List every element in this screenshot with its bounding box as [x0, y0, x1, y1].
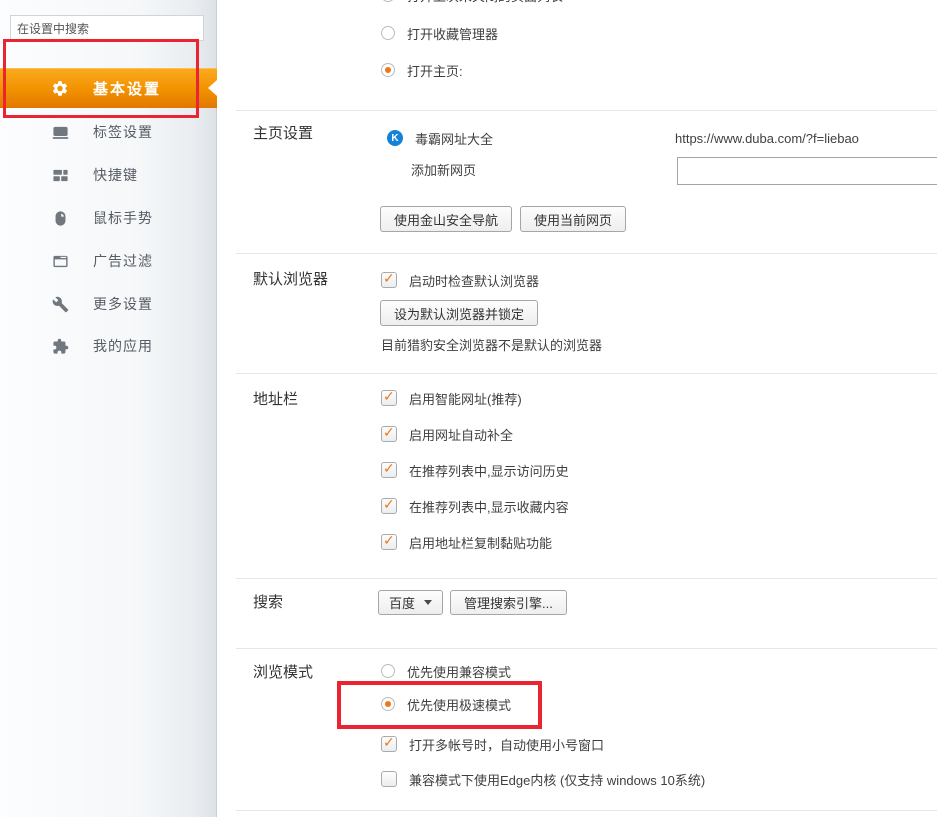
checkbox-smart-url[interactable] — [381, 390, 397, 406]
settings-page: 基本设置 标签设置 快捷键 鼠标手势 广告过滤 — [0, 0, 937, 817]
divider — [236, 110, 937, 111]
checkbox-label: 启用网址自动补全 — [409, 425, 513, 444]
sidebar-item-label: 更多设置 — [93, 294, 153, 314]
checkbox-url-autocomplete[interactable] — [381, 426, 397, 442]
sidebar-item-my-apps[interactable]: 我的应用 — [0, 325, 216, 367]
divider — [236, 648, 937, 649]
homepage-site-name: 毒霸网址大全 — [415, 129, 493, 148]
wrench-icon — [51, 295, 69, 313]
checkbox-row-multi-account: 打开多帐号时，自动使用小号窗口 — [381, 736, 604, 752]
radio-row-homepage: 打开主页: — [381, 62, 463, 78]
radio-row-favorites: 打开收藏管理器 — [381, 25, 498, 41]
radio-label: 优先使用极速模式 — [407, 695, 511, 714]
search-input[interactable] — [10, 15, 204, 41]
sidebar-item-label: 广告过滤 — [93, 251, 153, 271]
divider — [236, 810, 937, 811]
browser-window-icon — [51, 252, 69, 270]
tabs-icon — [51, 123, 69, 141]
duba-logo-icon: K — [387, 130, 403, 146]
section-title-search: 搜索 — [253, 591, 283, 612]
divider — [236, 373, 937, 374]
checkbox-label: 兼容模式下使用Edge内核 (仅支持 windows 10系统) — [409, 770, 705, 789]
radio-open-homepage[interactable] — [381, 63, 395, 77]
section-title-browse-mode: 浏览模式 — [253, 661, 313, 682]
section-title-address-bar: 地址栏 — [253, 388, 298, 409]
checkbox-row-edge-kernel: 兼容模式下使用Edge内核 (仅支持 windows 10系统) — [381, 771, 705, 787]
checkbox-copy-paste[interactable] — [381, 534, 397, 550]
checkbox-check-default-on-startup[interactable] — [381, 272, 397, 288]
sidebar-item-ad-filter[interactable]: 广告过滤 — [0, 240, 216, 282]
manage-engines-button[interactable]: 管理搜索引擎... — [450, 590, 567, 615]
radio-label: 打开主页: — [407, 61, 463, 80]
checkbox-label: 打开多帐号时，自动使用小号窗口 — [409, 735, 604, 754]
radio-compat-mode[interactable] — [381, 664, 395, 678]
divider — [236, 253, 937, 254]
checkbox-row-show-favorites: 在推荐列表中,显示收藏内容 — [381, 498, 569, 514]
sidebar-item-mouse-gestures[interactable]: 鼠标手势 — [0, 197, 216, 239]
homepage-url-text: https://www.duba.com/?f=liebao — [675, 131, 859, 146]
sidebar-item-label: 鼠标手势 — [93, 208, 153, 228]
sidebar-item-label: 标签设置 — [93, 122, 153, 142]
radio-label: 打开收藏管理器 — [407, 24, 498, 43]
radio-fast-mode[interactable] — [381, 697, 395, 711]
sidebar-item-label: 快捷键 — [93, 165, 138, 185]
sidebar-item-label: 基本设置 — [93, 78, 161, 99]
sidebar: 基本设置 标签设置 快捷键 鼠标手势 广告过滤 — [0, 0, 217, 817]
checkbox-label: 启动时检查默认浏览器 — [409, 271, 539, 290]
search-engine-row: 百度 管理搜索引擎... — [378, 590, 567, 615]
add-page-label: 添加新网页 — [411, 160, 476, 179]
checkbox-row-smart-url: 启用智能网址(推荐) — [381, 390, 522, 406]
checkbox-label: 在推荐列表中,显示收藏内容 — [409, 497, 569, 516]
radio-row-last-session: 打开上次未关闭的页面列表 — [381, 0, 563, 3]
checkbox-multi-account-window[interactable] — [381, 736, 397, 752]
radio-last-session[interactable] — [381, 0, 395, 2]
sidebar-item-tab-settings[interactable]: 标签设置 — [0, 111, 216, 153]
set-default-row: 设为默认浏览器并锁定 — [380, 300, 538, 326]
chevron-down-icon — [424, 600, 432, 605]
radio-row-fast-mode: 优先使用极速模式 — [381, 696, 511, 712]
new-page-url-input[interactable] — [677, 157, 937, 185]
checkbox-edge-kernel[interactable] — [381, 771, 397, 787]
checkbox-show-history[interactable] — [381, 462, 397, 478]
checkbox-row-show-history: 在推荐列表中,显示访问历史 — [381, 462, 569, 478]
sidebar-item-shortcuts[interactable]: 快捷键 — [0, 154, 216, 196]
radio-label: 优先使用兼容模式 — [407, 662, 511, 681]
add-page-row: 添加新网页 — [411, 161, 476, 177]
radio-favorites-manager[interactable] — [381, 26, 395, 40]
sidebar-item-label: 我的应用 — [93, 336, 153, 356]
use-current-page-button[interactable]: 使用当前网页 — [520, 206, 626, 232]
checkbox-label: 启用智能网址(推荐) — [409, 389, 522, 408]
radio-label: 打开上次未关闭的页面列表 — [407, 0, 563, 5]
settings-content: 打开上次未关闭的页面列表 打开收藏管理器 打开主页: 主页设置 K 毒霸网址大全… — [217, 0, 937, 817]
divider — [236, 578, 937, 579]
selected-notch — [208, 80, 217, 96]
set-default-browser-button[interactable]: 设为默认浏览器并锁定 — [380, 300, 538, 326]
checkbox-row-check-default: 启动时检查默认浏览器 — [381, 272, 539, 288]
use-safe-nav-button[interactable]: 使用金山安全导航 — [380, 206, 512, 232]
default-browser-status: 目前猎豹安全浏览器不是默认的浏览器 — [381, 335, 602, 354]
section-title-homepage: 主页设置 — [253, 122, 313, 143]
checkbox-show-favorites[interactable] — [381, 498, 397, 514]
homepage-site-row: K 毒霸网址大全 — [387, 130, 493, 146]
search-engine-dropdown[interactable]: 百度 — [378, 590, 443, 615]
gear-icon — [51, 79, 69, 97]
checkbox-row-copy-paste: 启用地址栏复制黏贴功能 — [381, 534, 552, 550]
radio-row-compat-mode: 优先使用兼容模式 — [381, 663, 511, 679]
tiles-icon — [51, 166, 69, 184]
section-title-default-browser: 默认浏览器 — [253, 268, 328, 289]
checkbox-row-autocomplete: 启用网址自动补全 — [381, 426, 513, 442]
sidebar-item-more-settings[interactable]: 更多设置 — [0, 283, 216, 325]
checkbox-label: 在推荐列表中,显示访问历史 — [409, 461, 569, 480]
checkbox-label: 启用地址栏复制黏贴功能 — [409, 533, 552, 552]
search-engine-value: 百度 — [389, 593, 415, 612]
sidebar-item-basic-settings[interactable]: 基本设置 — [0, 68, 217, 108]
mouse-icon — [51, 209, 69, 227]
puzzle-icon — [51, 337, 69, 355]
homepage-buttons-row: 使用金山安全导航 使用当前网页 — [380, 206, 626, 232]
